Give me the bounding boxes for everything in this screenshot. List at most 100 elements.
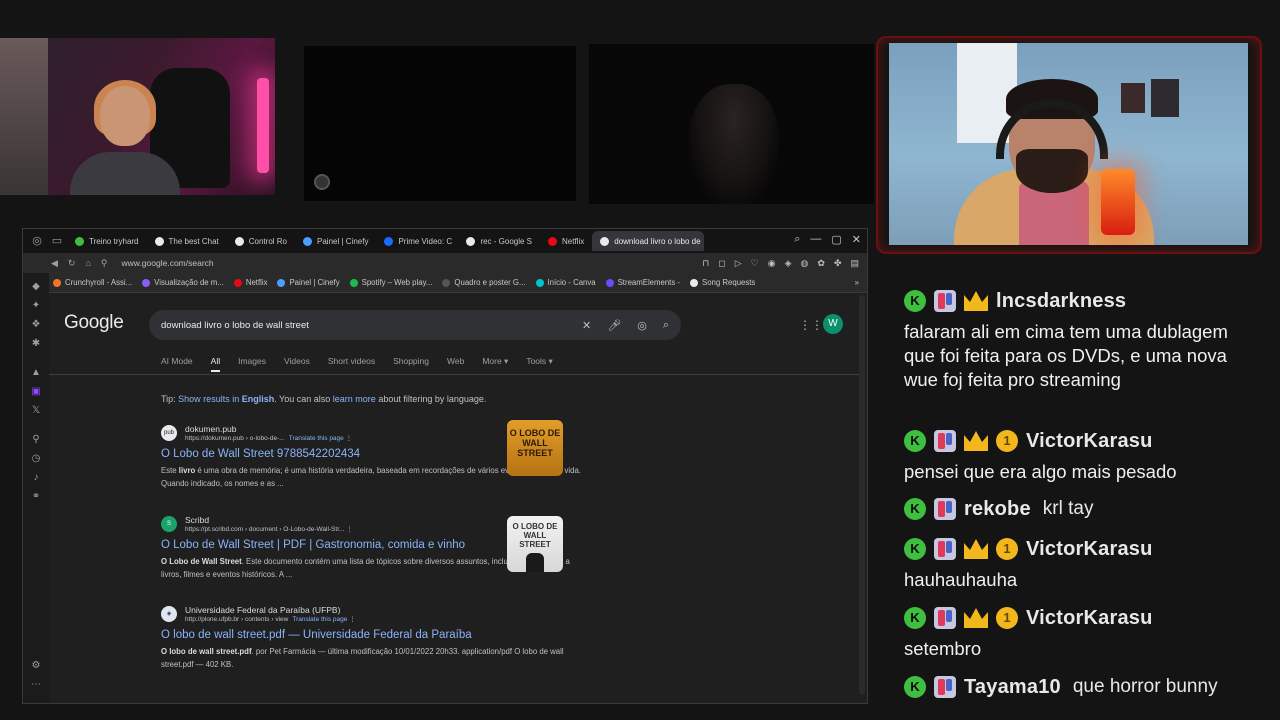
more-options-icon[interactable]: ⋮ xyxy=(346,435,353,442)
browser-menu-icon[interactable]: ◎ xyxy=(29,233,45,249)
tip-suffix: about filtering by language. xyxy=(375,394,487,404)
browser-tab[interactable]: Painel | Cinefy xyxy=(295,231,376,251)
bookmarks-icon[interactable]: ❖ xyxy=(32,319,41,330)
search-tab[interactable]: Shopping xyxy=(393,356,429,372)
result-site-name[interactable]: dokumen.pub xyxy=(185,424,352,434)
extension-icon[interactable]: ◍ xyxy=(801,258,809,269)
pin-icon[interactable]: ⚲ xyxy=(32,434,39,445)
result-site-name[interactable]: Scribd xyxy=(185,515,353,525)
more-options-icon[interactable]: ⋮ xyxy=(349,616,356,623)
bookmark-icon[interactable]: ⊓ xyxy=(702,258,709,269)
url-field[interactable]: www.google.com/search xyxy=(122,258,214,268)
browser-tab[interactable]: Netflix xyxy=(540,231,592,251)
search-tab[interactable]: Web xyxy=(447,356,464,372)
result-site-name[interactable]: Universidade Federal da Paraíba (UFPB) xyxy=(185,605,356,615)
search-icon[interactable]: ⌕ xyxy=(663,319,669,332)
translate-link[interactable]: Translate this page xyxy=(292,616,347,623)
chat-username[interactable]: VictorKarasu xyxy=(1026,538,1153,561)
webcam-main-streamer xyxy=(889,43,1248,245)
bookmark-item[interactable]: Painel | Cinefy xyxy=(277,278,340,287)
workspaces-icon[interactable]: ▭ xyxy=(49,233,65,249)
bookmark-item[interactable]: Visualização de m... xyxy=(142,278,224,287)
result-url[interactable]: https://dokumen.pub › o-lobo-de-... xyxy=(185,435,285,442)
result-title[interactable]: O lobo de wall street.pdf — Universidade… xyxy=(161,629,581,641)
chat-username[interactable]: VictorKarasu xyxy=(1026,607,1153,630)
bookmark-favicon-icon xyxy=(349,278,358,287)
learn-more-link[interactable]: learn more xyxy=(333,394,376,404)
browser-tab[interactable]: rec - Google S xyxy=(458,231,540,251)
search-tab[interactable]: Images xyxy=(238,356,266,372)
play-icon[interactable]: ▷ xyxy=(735,258,742,269)
browser-sidebar: ◆ ✦ ❖ ✱ ▲ ▣ 𝕏 ⚲ ◷ ♪ ⚭ ⚙ ⋯ xyxy=(23,273,49,703)
search-tabs-icon[interactable]: ⌕ xyxy=(794,233,800,246)
reload-icon[interactable]: ↻ xyxy=(68,258,76,269)
extensions-icon[interactable]: ✦ xyxy=(32,300,40,311)
chat-username[interactable]: rekobe xyxy=(964,498,1031,521)
home-icon[interactable]: ⌂ xyxy=(85,258,90,268)
search-input[interactable]: download livro o lobo de wall street xyxy=(161,320,309,331)
bookmark-item[interactable]: Crunchyroll - Assi... xyxy=(53,278,132,287)
search-tab[interactable]: AI Mode xyxy=(161,356,193,372)
search-tab[interactable]: Tools ▾ xyxy=(526,356,552,372)
sub-badge-icon: 1 xyxy=(996,538,1018,560)
bookmark-item[interactable]: Netflix xyxy=(233,278,267,287)
back-icon[interactable]: ◀ xyxy=(51,258,58,269)
maximize-icon[interactable]: ▢ xyxy=(831,233,841,246)
search-tab[interactable]: More ▾ xyxy=(482,356,508,372)
link-icon[interactable]: ⚭ xyxy=(32,491,40,502)
settings-gear-icon[interactable]: ⚙ xyxy=(32,660,41,671)
tab-label: Treino tryhard xyxy=(89,236,139,246)
apps-grid-icon[interactable]: ⋮⋮ xyxy=(799,318,823,332)
search-tab[interactable]: Short videos xyxy=(328,356,375,372)
show-results-link[interactable]: Show results in English xyxy=(178,394,274,404)
search-tab[interactable]: All xyxy=(210,356,221,372)
heart-icon[interactable]: ♡ xyxy=(751,258,759,269)
translate-link[interactable]: Translate this page xyxy=(289,435,344,442)
settings-icon[interactable]: ✱ xyxy=(32,338,40,349)
sidebar-toggle-icon[interactable]: ▤ xyxy=(850,258,859,269)
extension-icon[interactable]: ✿ xyxy=(817,258,825,269)
clock-icon[interactable]: ◷ xyxy=(32,453,41,464)
more-options-icon[interactable]: ⋮ xyxy=(346,526,353,533)
avatar[interactable]: W xyxy=(823,314,843,334)
history-icon[interactable]: ▲ xyxy=(31,367,41,378)
mic-icon[interactable]: 🎤︎ xyxy=(607,319,621,332)
browser-tab[interactable]: Control Ro xyxy=(227,231,295,251)
bookmark-item[interactable]: Quadro e poster G... xyxy=(442,278,526,287)
chat-username[interactable]: VictorKarasu xyxy=(1026,430,1153,453)
tab-label: rec - Google S xyxy=(480,236,533,246)
result-thumbnail[interactable]: O LOBO DE WALL STREET xyxy=(507,516,563,572)
page-scrollbar[interactable] xyxy=(859,295,865,695)
result-url[interactable]: http://plone.ufpb.br › contents › view xyxy=(185,616,288,623)
browser-tab[interactable]: Treino tryhard xyxy=(67,231,147,251)
site-info-icon[interactable]: ⚲ xyxy=(101,258,108,269)
twitch-icon[interactable]: ▣ xyxy=(31,386,40,397)
search-box[interactable]: download livro o lobo de wall street ✕ 🎤… xyxy=(149,310,681,340)
browser-tab[interactable]: The best Chat xyxy=(147,231,227,251)
bookmarks-overflow-icon[interactable]: » xyxy=(855,278,867,287)
more-icon[interactable]: ⋯ xyxy=(31,679,41,690)
extension-icon[interactable]: ◈ xyxy=(785,258,792,269)
music-icon[interactable]: ♪ xyxy=(34,472,39,483)
bookmark-item[interactable]: Spotify – Web play... xyxy=(349,278,432,287)
bookmark-item[interactable]: StreamElements - xyxy=(605,278,680,287)
chat-username[interactable]: Tayama10 xyxy=(964,676,1061,699)
bookmark-item[interactable]: Song Requests xyxy=(690,278,755,287)
extension-icon[interactable]: ✤ xyxy=(834,258,842,269)
screenshot-icon[interactable]: ◻ xyxy=(718,258,725,269)
close-icon[interactable]: ✕ xyxy=(852,233,861,246)
chat-username[interactable]: lncsdarkness xyxy=(996,290,1126,313)
browser-tab[interactable]: download livro o lobo de xyxy=(592,231,705,251)
extension-icon[interactable]: ◉ xyxy=(768,258,776,269)
result-url[interactable]: https://pt.scribd.com › document › O-Lob… xyxy=(185,526,344,533)
minimize-icon[interactable]: — xyxy=(810,233,821,246)
speed-dial-icon[interactable]: ◆ xyxy=(32,281,40,292)
browser-tab[interactable]: Prime Video: C xyxy=(376,231,458,251)
clear-icon[interactable]: ✕ xyxy=(582,319,591,332)
lens-icon[interactable]: ◎ xyxy=(637,319,647,332)
search-tab[interactable]: Videos xyxy=(284,356,310,372)
x-icon[interactable]: 𝕏 xyxy=(32,405,40,416)
bookmark-item[interactable]: Início - Canva xyxy=(535,278,596,287)
result-thumbnail[interactable]: O LOBO DE WALL STREET xyxy=(507,420,563,476)
google-logo[interactable]: Google xyxy=(64,312,124,334)
